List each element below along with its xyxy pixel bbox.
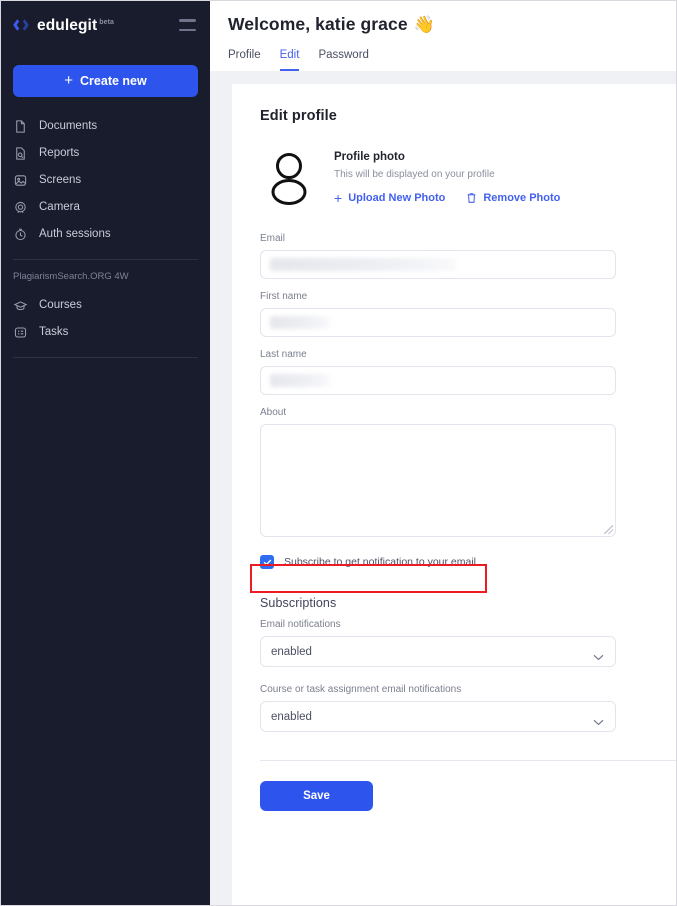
profile-photo-section: Profile photo This will be displayed on …	[260, 146, 676, 206]
graduation-cap-icon	[13, 298, 28, 313]
first-name-label: First name	[260, 291, 308, 302]
brand-name: edulegit beta	[37, 17, 115, 35]
subscribe-checkbox[interactable]	[260, 555, 274, 569]
course-task-notifications-label: Course or task assignment email notifica…	[260, 684, 462, 695]
clock-icon	[13, 227, 28, 242]
profile-photo-info: Profile photo This will be displayed on …	[334, 146, 560, 205]
sidebar-item-label: Camera	[39, 201, 80, 213]
tab-edit[interactable]: Edit	[279, 48, 300, 71]
profile-photo-title: Profile photo	[334, 151, 405, 163]
course-task-notifications-group: Course or task assignment email notifica…	[260, 683, 616, 732]
first-name-field-group: First name	[260, 290, 616, 337]
wave-emoji-icon: 👋	[413, 14, 435, 34]
about-field-group: About	[260, 406, 616, 537]
email-notifications-label: Email notifications	[260, 619, 341, 630]
tasks-list-icon	[13, 325, 28, 340]
sidebar-item-tasks[interactable]: Tasks	[1, 319, 210, 346]
profile-tabs: Profile Edit Password	[228, 48, 676, 71]
sidebar-header: edulegit beta	[1, 1, 210, 49]
profile-photo-actions: + Upload New Photo Remove Photo	[334, 191, 560, 205]
sidebar-item-auth-sessions[interactable]: Auth sessions	[1, 221, 210, 248]
email-notifications-select[interactable]: enabled	[260, 636, 616, 667]
sidebar-item-label: Courses	[39, 299, 82, 311]
sidebar: edulegit beta + Create new Documents Rep…	[1, 1, 210, 905]
brand-beta-tag: beta	[99, 19, 115, 27]
chevron-down-icon	[593, 648, 604, 660]
camera-icon	[13, 200, 28, 215]
redacted-value	[270, 374, 330, 387]
sidebar-item-courses[interactable]: Courses	[1, 292, 210, 319]
screen-image-icon	[13, 173, 28, 188]
edit-profile-card: Edit profile Profile photo This will be …	[232, 84, 676, 905]
sidebar-item-label: Tasks	[39, 326, 69, 338]
sidebar-item-camera[interactable]: Camera	[1, 194, 210, 221]
hamburger-menu-icon[interactable]	[179, 19, 196, 31]
subscriptions-title: Subscriptions	[260, 596, 337, 610]
remove-photo-button[interactable]: Remove Photo	[466, 192, 560, 204]
remove-photo-label: Remove Photo	[483, 192, 561, 204]
edit-profile-form: Email First name Last name About Subscri…	[260, 232, 676, 811]
sidebar-section-title: PlagiarismSearch.ORG 4W	[13, 271, 129, 282]
subscribe-checkbox-label: Subscribe to get notification to your em…	[284, 556, 477, 568]
last-name-input[interactable]	[260, 366, 616, 395]
plus-icon: +	[334, 190, 343, 206]
edulegit-diamond-logo-icon	[12, 16, 30, 34]
sidebar-item-label: Reports	[39, 147, 80, 159]
page-title: Welcome, katie grace 👋	[228, 14, 676, 35]
form-divider	[260, 760, 676, 761]
sidebar-item-label: Documents	[39, 120, 98, 132]
tab-profile[interactable]: Profile	[228, 48, 261, 71]
save-button[interactable]: Save	[260, 781, 373, 811]
page-header: Welcome, katie grace 👋 Profile Edit Pass…	[210, 1, 676, 71]
course-task-notifications-value: enabled	[271, 710, 312, 723]
sidebar-item-documents[interactable]: Documents	[1, 113, 210, 140]
hamburger-line	[179, 19, 196, 22]
resize-handle[interactable]	[604, 525, 613, 534]
upload-new-photo-label: Upload New Photo	[348, 192, 446, 204]
sidebar-divider	[13, 259, 198, 260]
sidebar-nav-secondary: Courses Tasks	[1, 292, 210, 346]
welcome-text: Welcome, katie grace	[228, 14, 408, 34]
email-input[interactable]	[260, 250, 616, 279]
email-notifications-group: Email notifications enabled	[260, 618, 616, 667]
hamburger-line	[179, 28, 196, 31]
about-label: About	[260, 407, 287, 418]
sidebar-item-label: Auth sessions	[39, 228, 111, 240]
main-area: Welcome, katie grace 👋 Profile Edit Pass…	[210, 1, 676, 905]
sidebar-item-label: Screens	[39, 174, 82, 186]
sidebar-nav: Documents Reports Screens Camera Auth se…	[1, 113, 210, 248]
edit-profile-title: Edit profile	[260, 108, 337, 124]
about-textarea[interactable]	[260, 424, 616, 537]
report-search-icon	[13, 146, 28, 161]
last-name-field-group: Last name	[260, 348, 616, 395]
create-new-label: Create new	[80, 74, 147, 88]
sidebar-item-screens[interactable]: Screens	[1, 167, 210, 194]
email-label: Email	[260, 233, 286, 244]
profile-photo-subtitle: This will be displayed on your profile	[334, 169, 495, 180]
app-window: edulegit beta + Create new Documents Rep…	[0, 0, 677, 906]
brand[interactable]: edulegit beta	[12, 14, 114, 35]
content-wrapper: Edit profile Profile photo This will be …	[210, 71, 676, 905]
chevron-down-icon	[593, 713, 604, 725]
sidebar-divider-bottom	[13, 357, 198, 358]
subscribe-checkbox-row[interactable]: Subscribe to get notification to your em…	[260, 554, 616, 570]
email-field-group: Email	[260, 232, 616, 279]
sidebar-item-reports[interactable]: Reports	[1, 140, 210, 167]
document-icon	[13, 119, 28, 134]
tab-password[interactable]: Password	[318, 48, 369, 71]
last-name-label: Last name	[260, 349, 307, 360]
redacted-value	[270, 316, 330, 329]
email-notifications-value: enabled	[271, 645, 312, 658]
upload-new-photo-button[interactable]: + Upload New Photo	[334, 191, 445, 205]
first-name-input[interactable]	[260, 308, 616, 337]
plus-icon: +	[64, 72, 74, 89]
course-task-notifications-select[interactable]: enabled	[260, 701, 616, 732]
user-avatar-icon	[260, 148, 318, 206]
trash-icon	[466, 192, 477, 204]
redacted-value	[270, 258, 456, 271]
create-new-button[interactable]: + Create new	[13, 65, 198, 97]
